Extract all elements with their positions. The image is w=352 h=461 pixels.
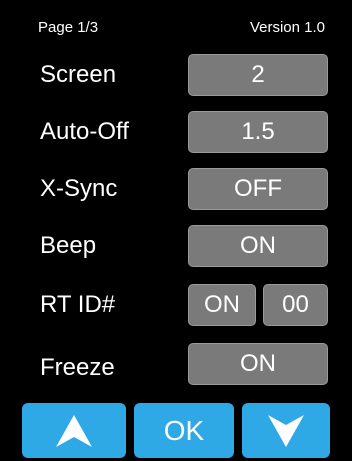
freeze-label: Freeze <box>40 354 115 381</box>
auto-off-value-button[interactable]: 1.5 <box>188 111 328 153</box>
rt-id-toggle-button[interactable]: ON <box>188 284 256 326</box>
rt-id-label: RT ID# <box>40 291 116 318</box>
auto-off-label: Auto-Off <box>40 118 129 145</box>
page-indicator: Page 1/3 <box>38 19 99 36</box>
version-label: Version 1.0 <box>249 19 325 36</box>
down-arrow-icon <box>268 414 304 447</box>
screen-value-button[interactable]: 2 <box>188 54 328 96</box>
freeze-value-button[interactable]: ON <box>188 343 328 385</box>
up-button[interactable] <box>22 403 126 458</box>
down-button[interactable] <box>242 403 330 458</box>
beep-value-button[interactable]: ON <box>188 225 328 267</box>
up-arrow-icon <box>56 414 92 447</box>
ok-button[interactable]: OK <box>134 403 234 458</box>
beep-label: Beep <box>40 232 97 259</box>
screen-label: Screen <box>40 61 117 88</box>
x-sync-value-button[interactable]: OFF <box>188 168 328 210</box>
x-sync-label: X-Sync <box>40 175 118 202</box>
rt-id-number-button[interactable]: 00 <box>263 284 328 326</box>
